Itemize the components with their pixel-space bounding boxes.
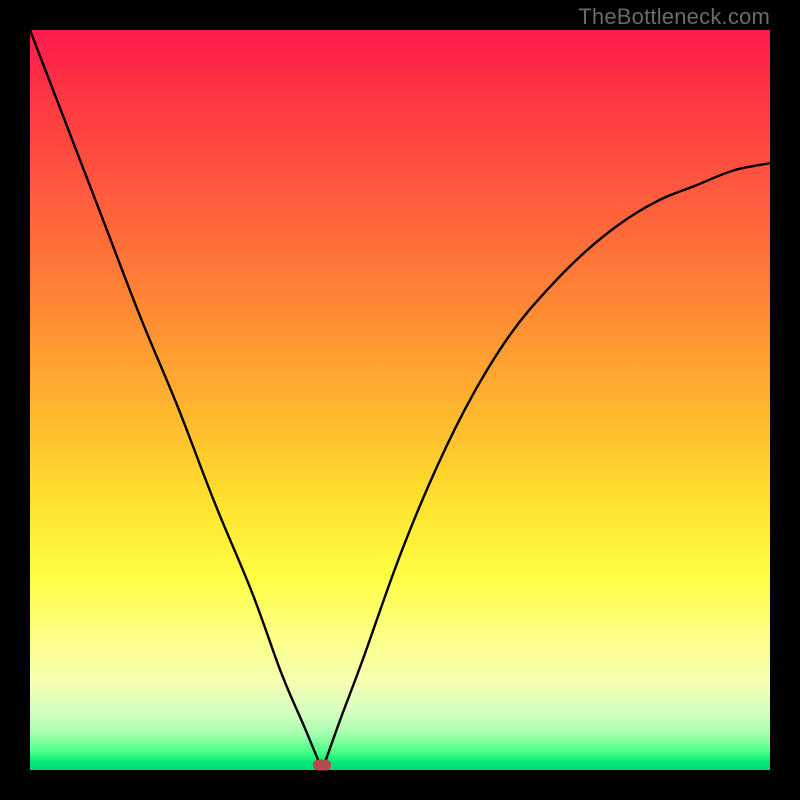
plot-area [30, 30, 770, 770]
minimum-marker [313, 759, 331, 770]
bottleneck-curve [30, 30, 770, 770]
watermark-text: TheBottleneck.com [578, 4, 770, 30]
chart-frame: TheBottleneck.com [0, 0, 800, 800]
